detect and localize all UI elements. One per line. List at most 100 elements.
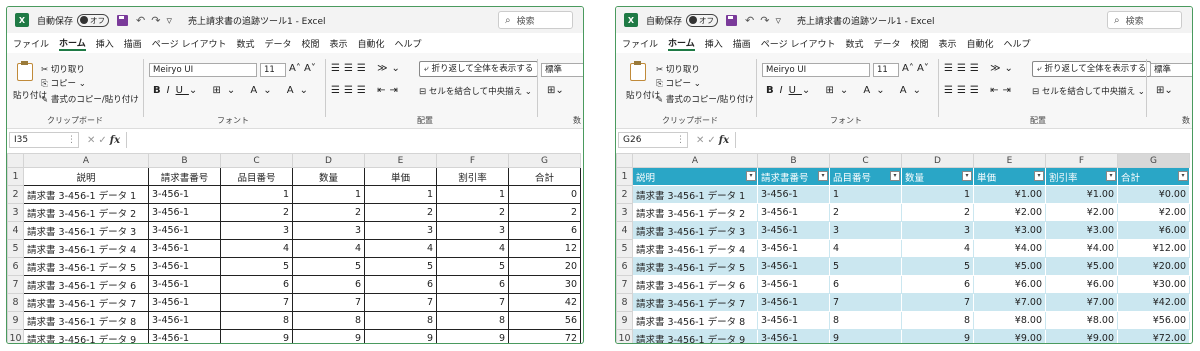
redo-icon[interactable]: ↷: [151, 14, 160, 27]
customize-toolbar-icon[interactable]: ▿: [775, 14, 781, 27]
cell[interactable]: 4: [220, 239, 293, 258]
cell[interactable]: ¥5.00: [973, 257, 1046, 276]
column-header[interactable]: C: [829, 153, 902, 168]
align-top-icon[interactable]: ☰☰☰ ≫⌄: [944, 63, 1017, 74]
cell[interactable]: 9: [292, 329, 365, 343]
table-header-cell[interactable]: 単価: [364, 167, 437, 186]
cell[interactable]: 9: [436, 329, 509, 343]
column-header[interactable]: B: [148, 153, 221, 168]
row-header[interactable]: 7: [7, 275, 24, 294]
cell[interactable]: 請求書 3-456-1 データ 4: [23, 239, 149, 258]
menu-insert[interactable]: 挿入: [96, 37, 114, 50]
autosave-toggle[interactable]: オフ: [686, 13, 719, 27]
menu-review[interactable]: 校閲: [911, 37, 929, 50]
search-box[interactable]: ⌕ 検索: [1107, 11, 1182, 29]
row-header[interactable]: 3: [7, 203, 24, 222]
row-header[interactable]: 4: [7, 221, 24, 240]
cell[interactable]: 3-456-1: [757, 329, 830, 343]
cell[interactable]: 7: [364, 293, 437, 312]
column-header[interactable]: E: [364, 153, 437, 168]
cell[interactable]: ¥2.00: [973, 203, 1046, 222]
column-header[interactable]: F: [1045, 153, 1118, 168]
cell[interactable]: 2: [829, 203, 902, 222]
table-header-cell[interactable]: 割引率 ▾: [1045, 167, 1118, 186]
cell[interactable]: 6: [901, 275, 974, 294]
filter-dropdown-icon[interactable]: ▾: [1034, 171, 1044, 181]
cell[interactable]: 3-456-1: [148, 329, 221, 343]
font-style-buttons[interactable]: BIU⌄ ⊞⌄ A⌄ A⌄: [766, 85, 927, 96]
number-format-select[interactable]: 標準: [541, 63, 583, 77]
search-box[interactable]: ⌕ 検索: [498, 11, 573, 29]
cell[interactable]: 9: [364, 329, 437, 343]
row-header[interactable]: 2: [7, 185, 24, 204]
autosave-toggle[interactable]: オフ: [77, 13, 110, 27]
menu-help[interactable]: ヘルプ: [1004, 37, 1031, 50]
row-header[interactable]: 6: [7, 257, 24, 276]
currency-icon[interactable]: ⊞⌄: [1156, 85, 1173, 96]
save-icon[interactable]: [117, 14, 129, 26]
row-header[interactable]: 8: [7, 293, 24, 312]
undo-icon[interactable]: ↶: [745, 14, 754, 27]
menu-data[interactable]: データ: [264, 37, 291, 50]
column-header[interactable]: A: [23, 153, 149, 168]
cell[interactable]: 1: [829, 185, 902, 204]
wrap-text-button[interactable]: ⤶ 折り返して全体を表示する: [419, 61, 539, 77]
cell[interactable]: 請求書 3-456-1 データ 3: [23, 221, 149, 240]
cell[interactable]: 3-456-1: [148, 257, 221, 276]
row-header[interactable]: 10: [7, 329, 24, 343]
cell[interactable]: 4: [436, 239, 509, 258]
menu-draw[interactable]: 描画: [733, 37, 751, 50]
column-header[interactable]: D: [901, 153, 974, 168]
cell[interactable]: 3: [829, 221, 902, 240]
cell[interactable]: ¥30.00: [1117, 275, 1190, 294]
cell[interactable]: 3-456-1: [757, 311, 830, 330]
cell[interactable]: 7: [901, 293, 974, 312]
cell[interactable]: 8: [292, 311, 365, 330]
cell[interactable]: 7: [436, 293, 509, 312]
row-header[interactable]: 8: [616, 293, 633, 312]
cell[interactable]: 20: [508, 257, 581, 276]
cell[interactable]: 8: [829, 311, 902, 330]
currency-icon[interactable]: ⊞⌄: [547, 85, 564, 96]
cell[interactable]: 3-456-1: [148, 311, 221, 330]
menu-page-layout[interactable]: ページ レイアウト: [152, 37, 227, 50]
cell[interactable]: 1: [292, 185, 365, 204]
cell[interactable]: ¥1.00: [973, 185, 1046, 204]
cell[interactable]: 請求書 3-456-1 データ 9: [23, 329, 149, 343]
cut-button[interactable]: ✂ 切り取り: [656, 63, 700, 75]
cell[interactable]: 72: [508, 329, 581, 343]
cell[interactable]: 5: [436, 257, 509, 276]
menu-insert[interactable]: 挿入: [705, 37, 723, 50]
cell[interactable]: 4: [292, 239, 365, 258]
merge-center-button[interactable]: ⊟ セルを結合して中央揃え ⌄: [419, 85, 532, 97]
cell[interactable]: ¥0.00: [1117, 185, 1190, 204]
filter-dropdown-icon[interactable]: ▾: [890, 171, 900, 181]
menu-home[interactable]: ホーム: [668, 36, 695, 51]
row-header[interactable]: 6: [616, 257, 633, 276]
font-size-select[interactable]: 11: [260, 63, 286, 77]
filter-dropdown-icon[interactable]: ▾: [746, 171, 756, 181]
cell[interactable]: ¥42.00: [1117, 293, 1190, 312]
cell[interactable]: 2: [508, 203, 581, 222]
cell[interactable]: 42: [508, 293, 581, 312]
cell[interactable]: ¥4.00: [1045, 239, 1118, 258]
cell[interactable]: 8: [220, 311, 293, 330]
row-header[interactable]: 1: [7, 167, 24, 186]
cell[interactable]: ¥6.00: [1117, 221, 1190, 240]
column-header[interactable]: A: [632, 153, 758, 168]
copy-button[interactable]: ⎘ コピー ⌄: [656, 77, 701, 89]
cell[interactable]: 2: [220, 203, 293, 222]
menu-draw[interactable]: 描画: [124, 37, 142, 50]
cell[interactable]: ¥6.00: [1045, 275, 1118, 294]
menu-review[interactable]: 校閲: [302, 37, 320, 50]
menu-help[interactable]: ヘルプ: [395, 37, 422, 50]
formula-input[interactable]: [735, 132, 1192, 148]
cell[interactable]: 7: [292, 293, 365, 312]
menu-formulas[interactable]: 数式: [236, 37, 254, 50]
cell[interactable]: 9: [829, 329, 902, 343]
row-header[interactable]: 9: [7, 311, 24, 330]
table-header-cell[interactable]: 合計: [508, 167, 581, 186]
menu-data[interactable]: データ: [873, 37, 900, 50]
cell[interactable]: 5: [901, 257, 974, 276]
align-top-icon[interactable]: ☰☰☰ ≫⌄: [331, 63, 404, 74]
